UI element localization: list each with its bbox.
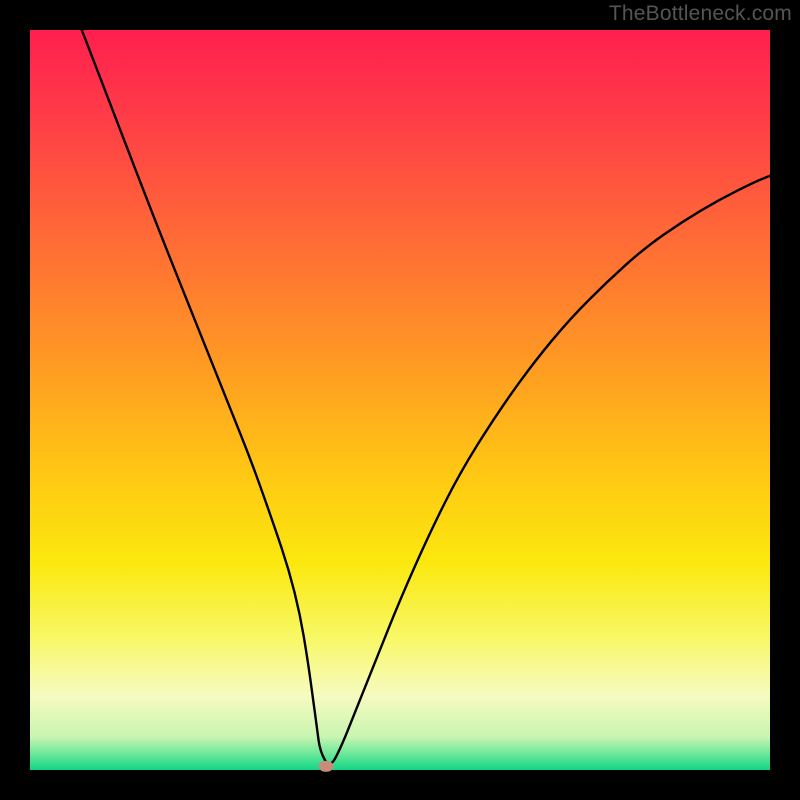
- bottleneck-chart: [0, 0, 800, 800]
- optimal-point-marker: [319, 761, 334, 772]
- chart-container: TheBottleneck.com: [0, 0, 800, 800]
- watermark-text: TheBottleneck.com: [609, 2, 792, 26]
- chart-plot-area: [30, 30, 770, 770]
